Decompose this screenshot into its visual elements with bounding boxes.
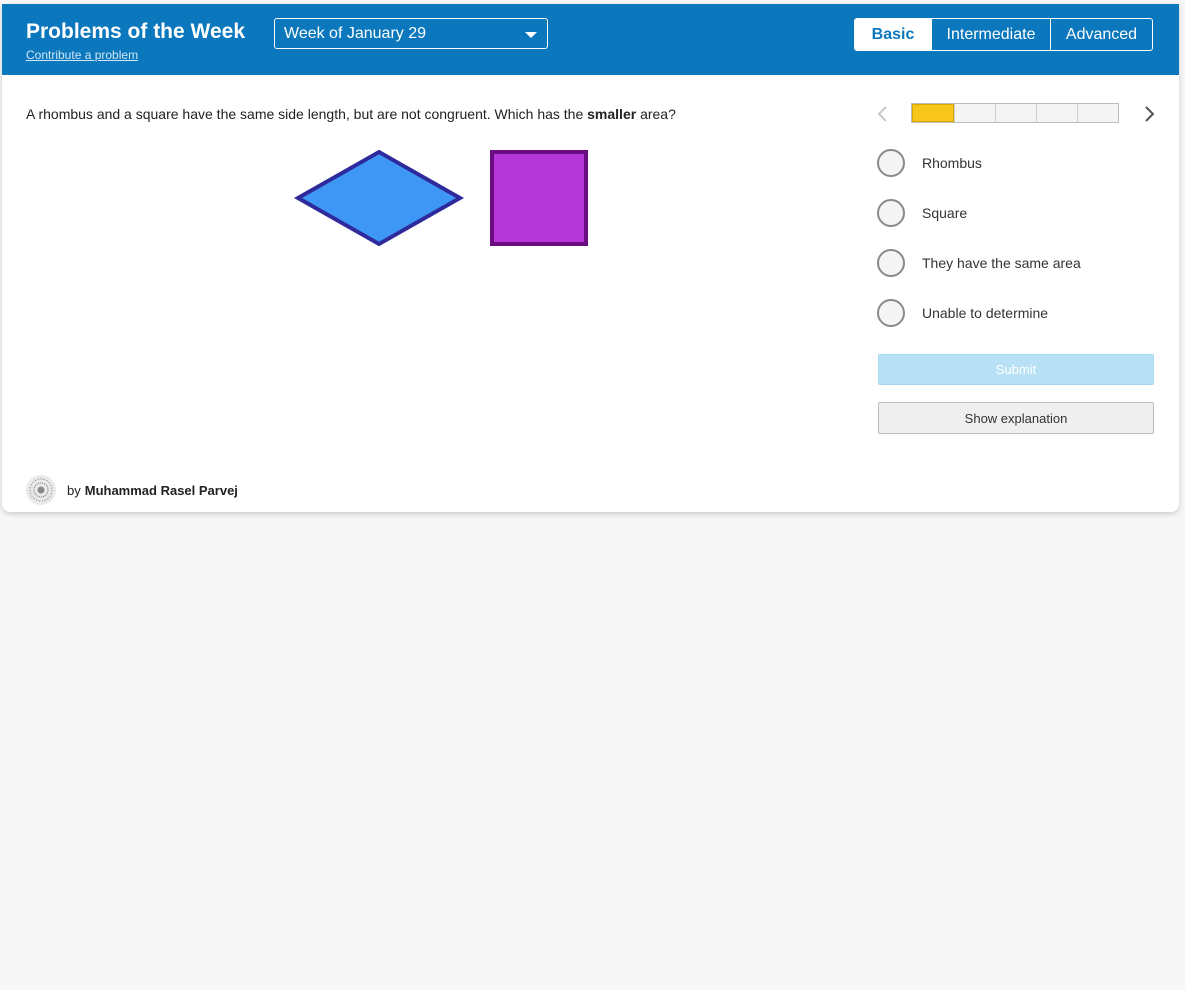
- contribute-problem-link[interactable]: Contribute a problem: [26, 48, 138, 62]
- week-select[interactable]: Week of January 29: [274, 18, 548, 49]
- page-title: Problems of the Week: [26, 20, 246, 43]
- chevron-right-icon[interactable]: [1140, 104, 1158, 124]
- avatar: [26, 475, 56, 505]
- problem-figure: [293, 149, 588, 247]
- author-prefix: by: [67, 482, 81, 498]
- question-text-end: area?: [636, 106, 676, 122]
- submit-button[interactable]: Submit: [878, 354, 1154, 385]
- answer-options: Rhombus Square They have the same area U…: [877, 149, 1157, 349]
- radio-button[interactable]: [877, 249, 905, 277]
- question-text: A rhombus and a square have the same sid…: [26, 106, 676, 122]
- progress-step[interactable]: [1036, 104, 1077, 122]
- answer-option-label: Square: [922, 205, 968, 221]
- tab-advanced[interactable]: Advanced: [1050, 19, 1152, 50]
- chevron-left-icon[interactable]: [874, 104, 892, 124]
- answer-option-label: Unable to determine: [922, 305, 1049, 321]
- progress-step[interactable]: [1077, 104, 1118, 122]
- answer-option[interactable]: They have the same area: [877, 249, 1157, 299]
- week-select-value: Week of January 29: [284, 25, 427, 42]
- square-shape: [490, 150, 588, 246]
- answer-option-label: They have the same area: [922, 255, 1081, 271]
- progress-step[interactable]: [954, 104, 995, 122]
- show-explanation-button[interactable]: Show explanation: [878, 402, 1154, 434]
- answer-option[interactable]: Unable to determine: [877, 299, 1157, 349]
- chevron-down-icon: [525, 32, 537, 38]
- answer-option[interactable]: Square: [877, 199, 1157, 249]
- header-bar: Problems of the Week Contribute a proble…: [2, 4, 1179, 75]
- radio-button[interactable]: [877, 199, 905, 227]
- problem-progress: [911, 103, 1119, 123]
- rhombus-shape: [293, 149, 465, 247]
- progress-step[interactable]: [912, 104, 954, 122]
- author-name: Muhammad Rasel Parvej: [84, 482, 238, 498]
- radio-button[interactable]: [877, 299, 905, 327]
- progress-step[interactable]: [995, 104, 1036, 122]
- radio-button[interactable]: [877, 149, 905, 177]
- tab-basic[interactable]: Basic: [855, 19, 931, 50]
- problem-card: Problems of the Week Contribute a proble…: [2, 4, 1179, 512]
- answer-option[interactable]: Rhombus: [877, 149, 1157, 199]
- question-emphasis: smaller: [587, 106, 637, 122]
- level-tabs: Basic Intermediate Advanced: [854, 18, 1153, 51]
- answer-option-label: Rhombus: [922, 155, 982, 171]
- author-credit: by Muhammad Rasel Parvej: [26, 475, 238, 505]
- question-text-start: A rhombus and a square have the same sid…: [26, 106, 588, 122]
- tab-intermediate[interactable]: Intermediate: [931, 19, 1050, 50]
